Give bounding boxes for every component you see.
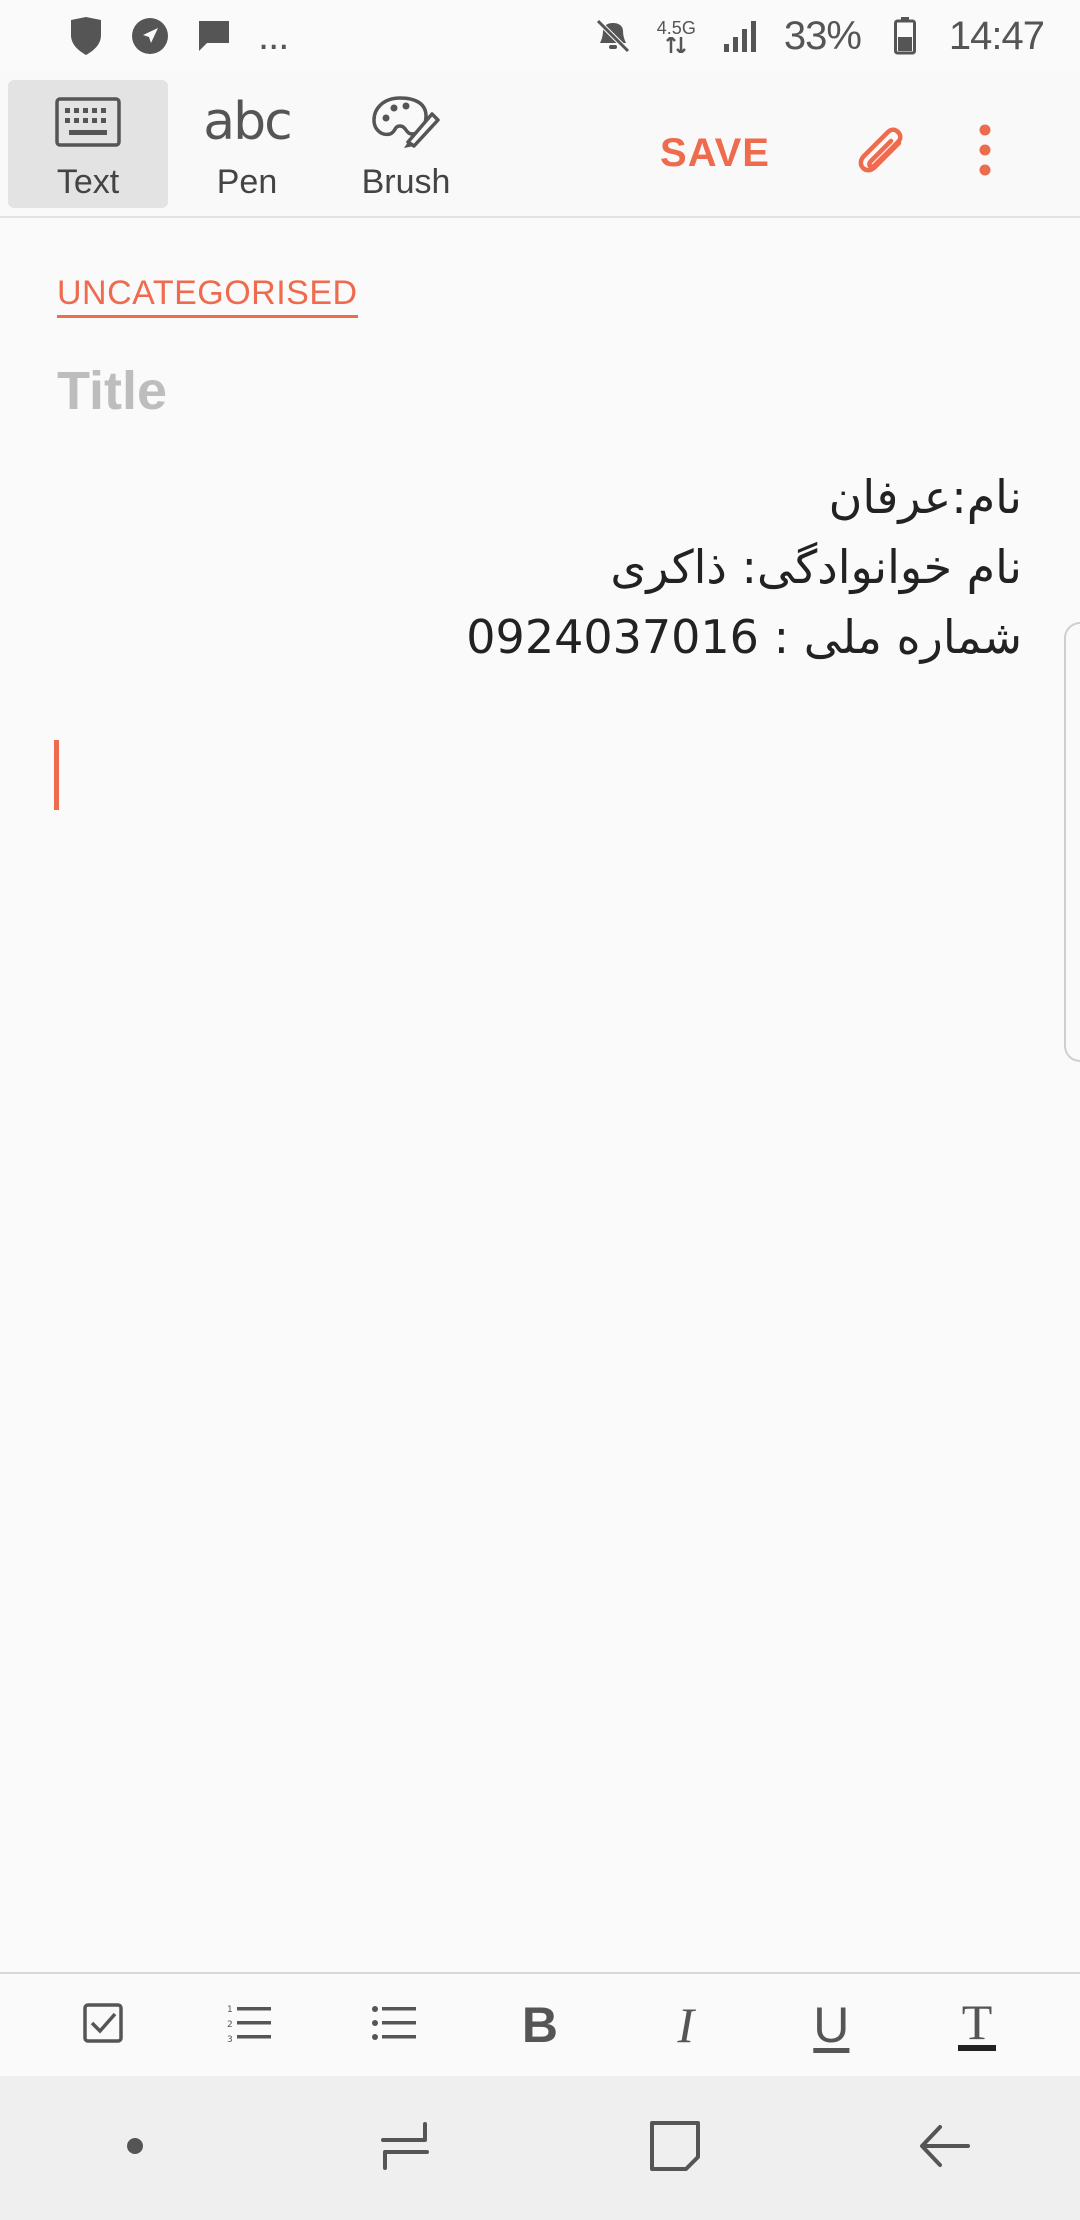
text-mode-button[interactable]: Text <box>8 80 168 208</box>
shield-icon <box>66 16 106 56</box>
more-options-button[interactable] <box>955 112 1015 192</box>
bold-icon: B <box>521 1997 558 2053</box>
text-color-icon: T <box>957 1997 997 2051</box>
navigation-bar <box>0 2076 1080 2220</box>
paperclip-icon <box>851 121 909 184</box>
note-body[interactable]: نام:عرفان نام خوانوادگی: ذاکری شماره ملی… <box>122 462 1022 672</box>
more-notifications: ... <box>258 13 289 58</box>
message-icon <box>194 16 234 56</box>
numbered-list-icon: 1 2 3 <box>227 2003 271 2048</box>
checkbox-icon <box>82 2002 124 2049</box>
keyboard-icon <box>55 87 121 157</box>
dot-icon <box>125 2136 145 2161</box>
back-button[interactable] <box>885 2088 1005 2208</box>
status-left: ... <box>66 13 289 59</box>
battery-icon <box>885 16 925 56</box>
title-input[interactable] <box>57 356 1017 426</box>
clock: 14:47 <box>948 13 1045 58</box>
underline-button[interactable]: U <box>791 1985 871 2065</box>
save-button[interactable]: SAVE <box>640 118 790 188</box>
bulleted-list-icon <box>372 2003 417 2048</box>
italic-button[interactable]: I <box>646 1985 726 2065</box>
bold-button[interactable]: B <box>500 1985 580 2065</box>
palette-brush-icon <box>370 87 442 157</box>
editor-toolbar: Text abc Pen Brush SAVE <box>0 72 1080 218</box>
notes-editor-screen: ... 4.5G 33% 14:47 Text abc Pen Brush SA… <box>0 0 1080 2220</box>
svg-text:3: 3 <box>227 2035 233 2043</box>
formatting-toolbar: 1 2 3 B I U T <box>0 1972 1080 2076</box>
text-mode-label: Text <box>56 163 120 201</box>
network-type: 4.5G <box>656 18 696 38</box>
pen-mode-label: Pen <box>216 163 278 201</box>
nav-dot-button[interactable] <box>75 2088 195 2208</box>
recent-apps-icon <box>379 2120 431 2177</box>
svg-text:1: 1 <box>227 2005 233 2015</box>
underline-icon: U <box>813 1997 850 2053</box>
home-icon <box>648 2119 702 2178</box>
pen-mode-button[interactable]: abc Pen <box>167 80 327 208</box>
brush-mode-label: Brush <box>361 163 451 201</box>
body-line: شماره ملی : 0924037016 <box>466 610 1022 664</box>
more-vert-icon <box>978 124 992 181</box>
status-bar: ... 4.5G 33% 14:47 <box>0 0 1080 72</box>
italic-icon: I <box>677 1997 694 2053</box>
abc-pen-icon: abc <box>203 87 292 157</box>
body-line: نام:عرفان <box>828 470 1022 524</box>
recent-apps-button[interactable] <box>345 2088 465 2208</box>
abc-glyph: abc <box>203 92 292 152</box>
text-cursor <box>54 740 59 810</box>
checkbox-button[interactable] <box>63 1985 143 2065</box>
svg-text:2: 2 <box>227 2020 233 2030</box>
brush-mode-button[interactable]: Brush <box>326 80 486 208</box>
battery-percent: 33% <box>783 13 862 58</box>
edge-panel-handle[interactable] <box>1064 622 1080 1062</box>
home-button[interactable] <box>615 2088 735 2208</box>
navigation-icon <box>130 16 170 56</box>
numbered-list-button[interactable]: 1 2 3 <box>209 1985 289 2065</box>
mute-icon <box>593 16 633 56</box>
data-arrows-icon: 4.5G <box>657 19 696 53</box>
bulleted-list-button[interactable] <box>354 1985 434 2065</box>
back-icon <box>918 2119 972 2178</box>
body-line: نام خوانوادگی: ذاکری <box>610 540 1022 594</box>
category-selector[interactable]: UNCATEGORISED <box>57 274 358 318</box>
status-right: 4.5G 33% 14:47 <box>593 13 1045 59</box>
signal-icon <box>720 16 760 56</box>
text-color-button[interactable]: T <box>937 1985 1017 2065</box>
attach-button[interactable] <box>840 112 920 192</box>
